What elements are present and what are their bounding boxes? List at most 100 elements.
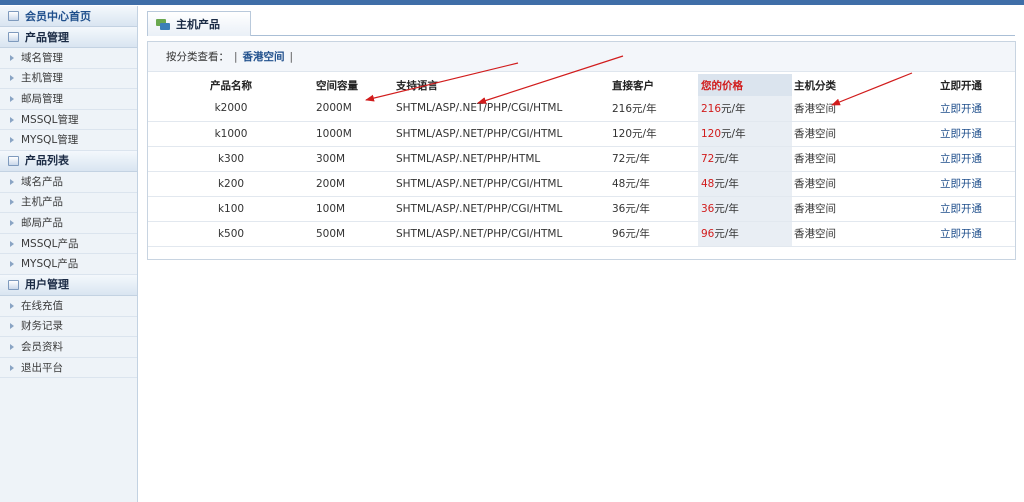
sidebar-section-title: 产品列表: [25, 154, 69, 168]
sidebar-item-online-recharge[interactable]: 在线充值: [0, 296, 137, 317]
cell-your-price: 216元/年: [698, 96, 792, 122]
sidebar: 会员中心首页 产品管理 域名管理 主机管理 邮局管理 MSSQL管理 MYSQL…: [0, 6, 138, 502]
arrow-right-icon: [10, 219, 14, 226]
cell-name: k500: [148, 221, 314, 247]
your-price-value: 96: [701, 228, 715, 240]
arrow-right-icon: [10, 343, 14, 350]
tab-label: 主机产品: [176, 18, 220, 31]
cell-your-price: 96元/年: [698, 221, 792, 247]
cell-name: k100: [148, 196, 314, 222]
cell-direct-price: 120元/年: [612, 121, 698, 147]
filter-category-link[interactable]: 香港空间: [243, 49, 285, 64]
cell-name: k200: [148, 171, 314, 197]
arrow-right-icon: [10, 261, 14, 268]
cell-name: k1000: [148, 121, 314, 147]
column-header-capacity: 空间容量: [316, 79, 358, 92]
sidebar-item-finance-records[interactable]: 财务记录: [0, 317, 137, 338]
sidebar-item-logout[interactable]: 退出平台: [0, 358, 137, 379]
sidebar-item-mail-products[interactable]: 邮局产品: [0, 213, 137, 234]
activate-link[interactable]: 立即开通: [940, 128, 982, 140]
cell-capacity: 300M: [314, 146, 386, 172]
cell-direct-price: 216元/年: [612, 96, 698, 122]
cell-capacity: 200M: [314, 171, 386, 197]
cell-category: 香港空间: [792, 196, 940, 222]
sidebar-section-product-management[interactable]: 产品管理: [0, 27, 137, 48]
your-price-value: 36: [701, 203, 715, 215]
products-icon: [156, 18, 170, 30]
activate-link[interactable]: 立即开通: [940, 203, 982, 215]
cell-direct-price: 72元/年: [612, 146, 698, 172]
sidebar-item-label: MSSQL产品: [21, 237, 79, 250]
column-header-your-price: 您的价格: [698, 74, 792, 96]
your-price-unit: 元/年: [721, 128, 746, 140]
cell-direct-price: 96元/年: [612, 221, 698, 247]
activate-link[interactable]: 立即开通: [940, 228, 982, 240]
sidebar-item-label: 财务记录: [21, 320, 63, 333]
column-header-languages: 支持语言: [396, 79, 438, 92]
cell-your-price: 72元/年: [698, 146, 792, 172]
window-icon: [8, 32, 19, 42]
cell-your-price: 36元/年: [698, 196, 792, 222]
sidebar-item-label: 主机产品: [21, 196, 63, 209]
cell-languages: SHTML/ASP/.NET/PHP/CGI/HTML: [386, 221, 612, 247]
sidebar-item-mssql-products[interactable]: MSSQL产品: [0, 234, 137, 255]
sidebar-section-product-list[interactable]: 产品列表: [0, 150, 137, 172]
arrow-right-icon: [10, 364, 14, 371]
your-price-value: 72: [701, 153, 715, 165]
cell-languages: SHTML/ASP/.NET/PHP/CGI/HTML: [386, 171, 612, 197]
window-icon: [8, 155, 19, 166]
sidebar-item-label: 邮局产品: [21, 216, 63, 229]
arrow-right-icon: [10, 75, 14, 82]
sidebar-item-host-management[interactable]: 主机管理: [0, 69, 137, 90]
sidebar-section-user-management[interactable]: 用户管理: [0, 274, 137, 296]
cell-capacity: 1000M: [314, 121, 386, 147]
sidebar-item-label: 主机管理: [21, 72, 63, 85]
arrow-right-icon: [10, 240, 14, 247]
sidebar-home-label: 会员中心首页: [25, 9, 91, 23]
cell-name: k2000: [148, 96, 314, 122]
sidebar-item-label: 会员资料: [21, 340, 63, 353]
cell-action: 立即开通: [940, 146, 1015, 172]
sidebar-item-mysql-products[interactable]: MYSQL产品: [0, 254, 137, 275]
cell-action: 立即开通: [940, 196, 1015, 222]
window-icon: [8, 11, 19, 21]
cell-direct-price: 48元/年: [612, 171, 698, 197]
sidebar-item-domain-products[interactable]: 域名产品: [0, 172, 137, 193]
your-price-unit: 元/年: [714, 228, 739, 240]
tab-host-products[interactable]: 主机产品: [147, 11, 251, 36]
sidebar-item-mail-management[interactable]: 邮局管理: [0, 89, 137, 110]
your-price-unit: 元/年: [721, 102, 746, 115]
cell-category: 香港空间: [792, 221, 940, 247]
sidebar-item-label: 邮局管理: [21, 92, 63, 105]
cell-action: 立即开通: [940, 171, 1015, 197]
your-price-value: 48: [701, 178, 715, 190]
sidebar-item-mysql-management[interactable]: MYSQL管理: [0, 130, 137, 151]
cell-action: 立即开通: [940, 96, 1015, 122]
activate-link[interactable]: 立即开通: [940, 178, 982, 190]
products-table: 产品名称 空间容量 支持语言 直接客户 您的价格 主机分类 立即开通 k2000…: [148, 74, 1015, 247]
cell-capacity: 2000M: [314, 96, 386, 122]
sidebar-home-link[interactable]: 会员中心首页: [0, 6, 137, 27]
table-row: k300 300M SHTML/ASP/.NET/PHP/HTML 72元/年 …: [148, 146, 1015, 172]
cell-category: 香港空间: [792, 146, 940, 172]
arrow-right-icon: [10, 323, 14, 330]
sidebar-item-label: 域名管理: [21, 51, 63, 64]
sidebar-item-label: 域名产品: [21, 175, 63, 188]
arrow-right-icon: [10, 137, 14, 144]
sidebar-item-domain-management[interactable]: 域名管理: [0, 48, 137, 69]
activate-link[interactable]: 立即开通: [940, 153, 982, 165]
cell-category: 香港空间: [792, 96, 940, 122]
filter-separator: |: [289, 50, 294, 63]
sidebar-item-mssql-management[interactable]: MSSQL管理: [0, 110, 137, 131]
sidebar-item-member-profile[interactable]: 会员资料: [0, 337, 137, 358]
table-row: k1000 1000M SHTML/ASP/.NET/PHP/CGI/HTML …: [148, 121, 1015, 147]
your-price-unit: 元/年: [714, 153, 739, 165]
cell-languages: SHTML/ASP/.NET/PHP/CGI/HTML: [386, 121, 612, 147]
activate-link[interactable]: 立即开通: [940, 103, 982, 115]
your-price-unit: 元/年: [714, 203, 739, 215]
tab-underline: [147, 35, 1015, 36]
column-header-name: 产品名称: [210, 79, 252, 92]
sidebar-item-label: MYSQL管理: [21, 134, 79, 147]
sidebar-item-host-products[interactable]: 主机产品: [0, 193, 137, 214]
sidebar-section-title: 用户管理: [25, 278, 69, 292]
